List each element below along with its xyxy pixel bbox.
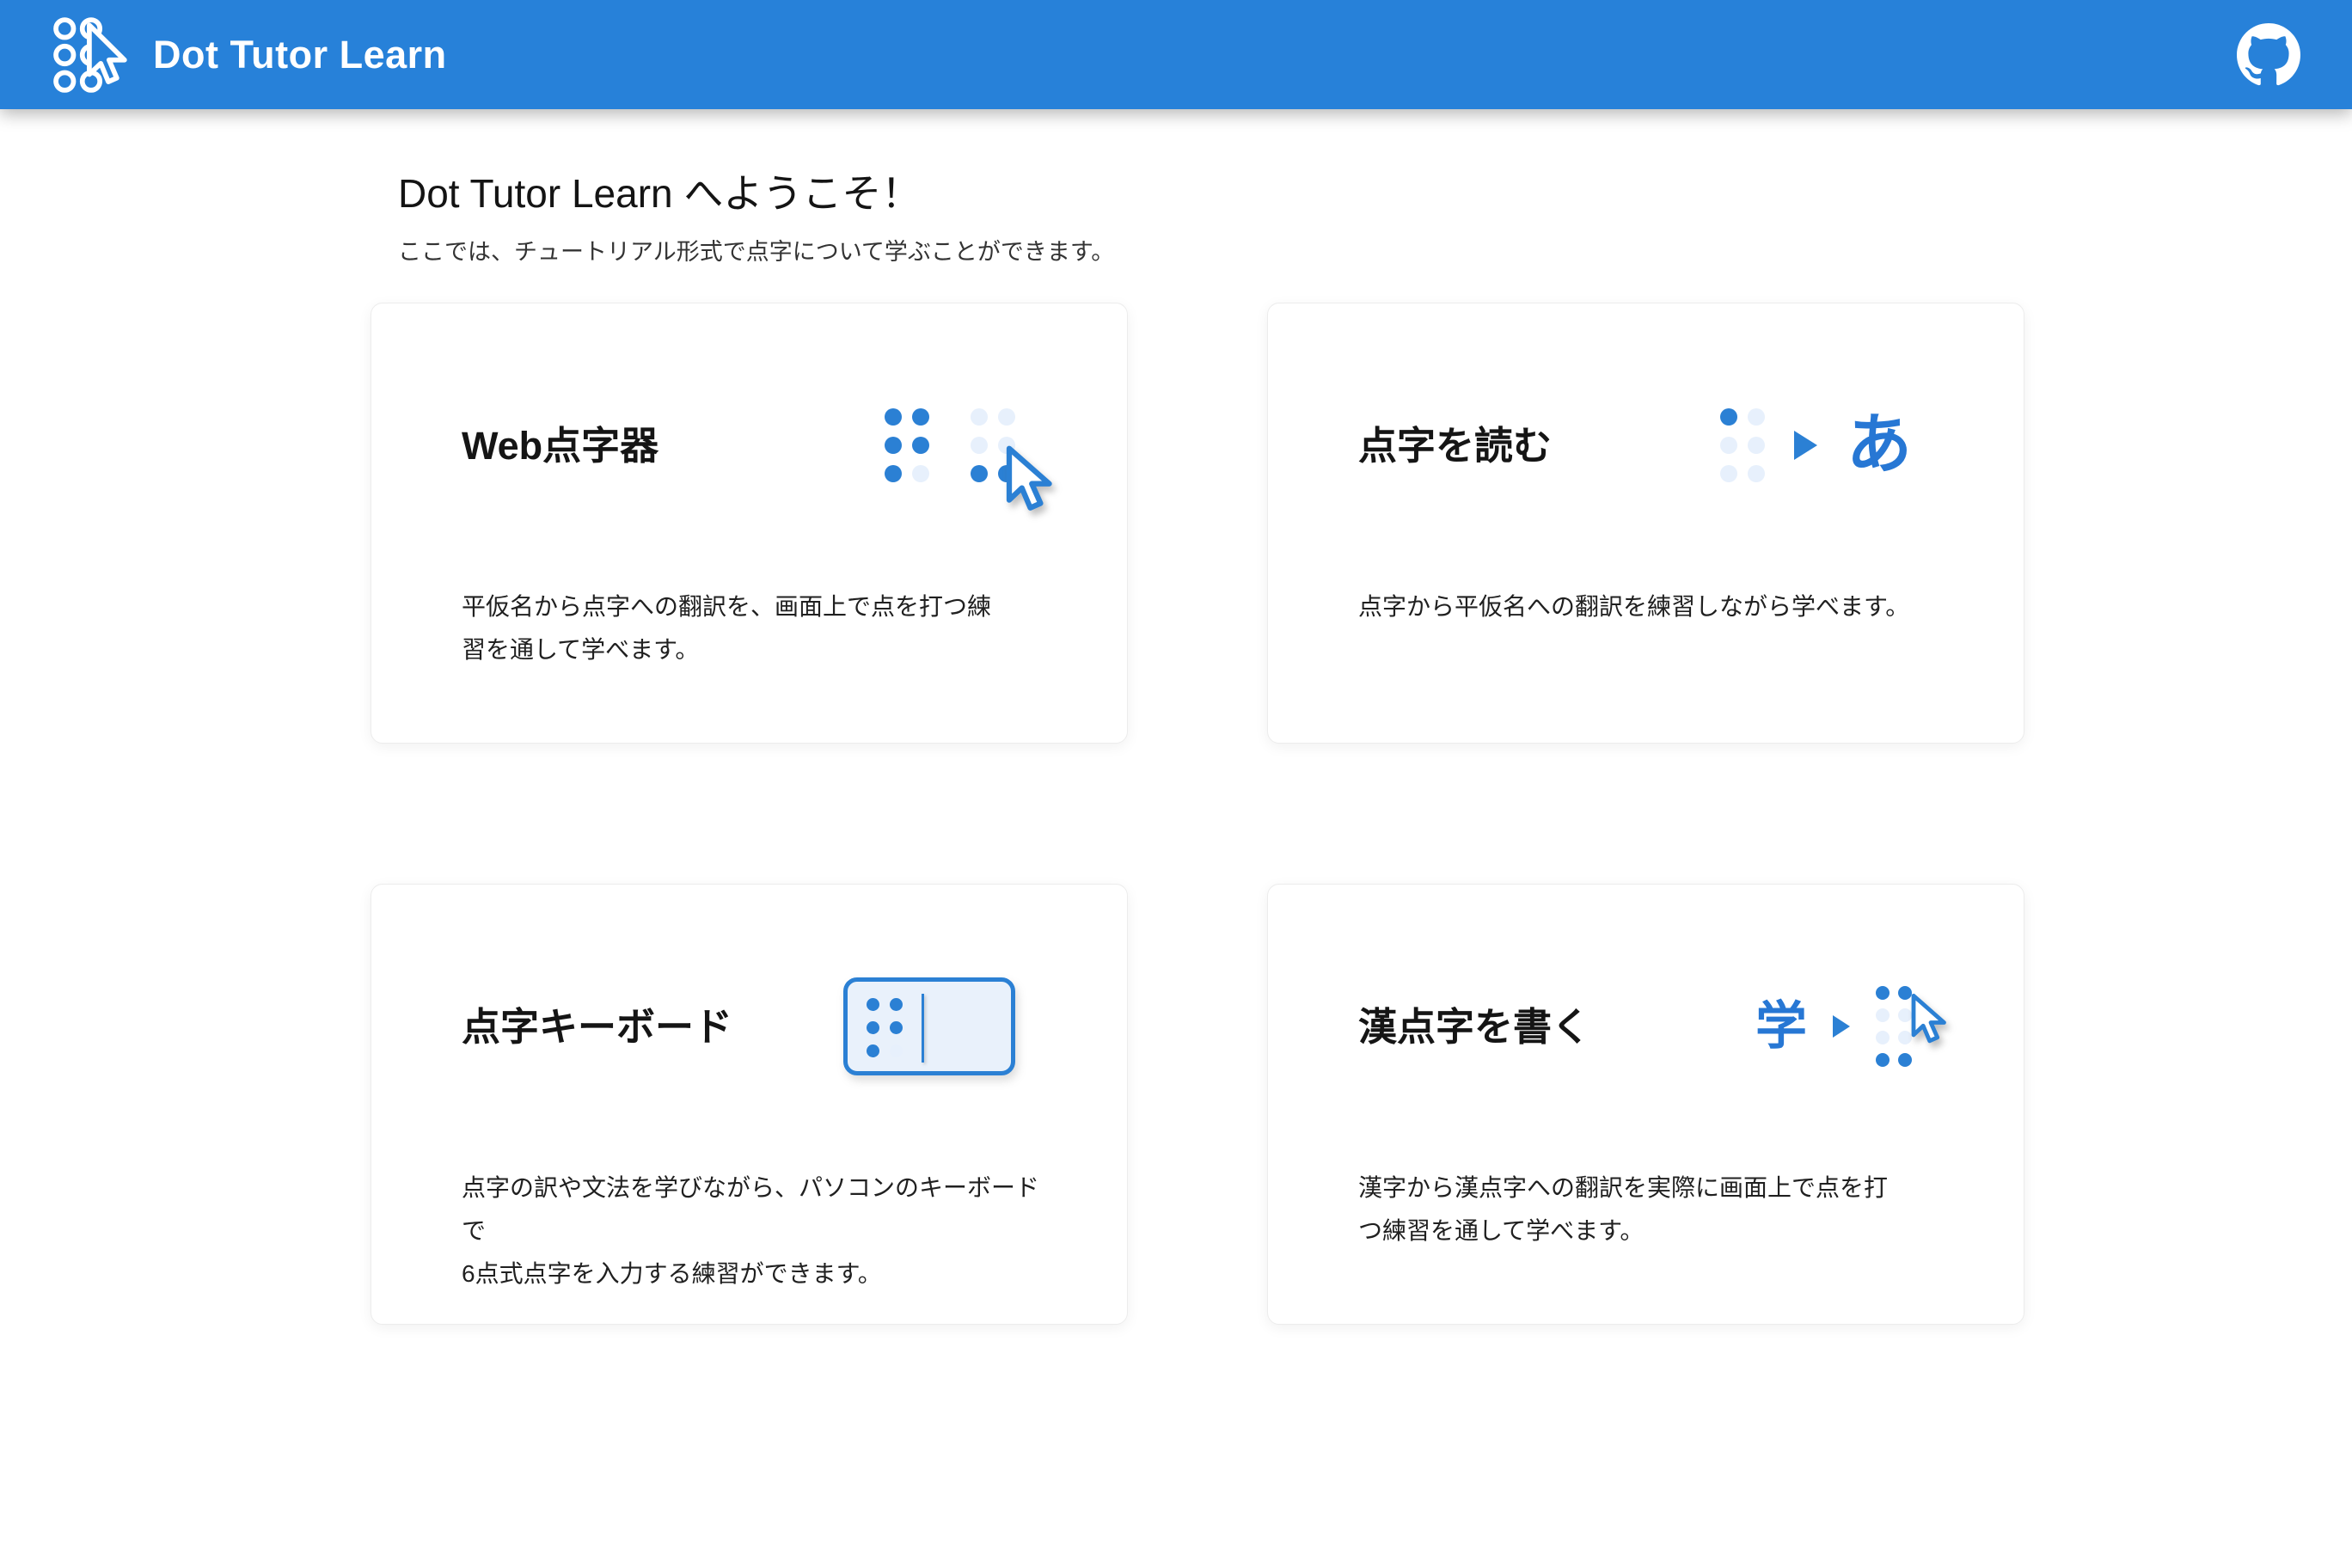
github-link[interactable] <box>2237 23 2300 87</box>
arrow-right-icon <box>1794 431 1817 460</box>
braille-dot-off <box>1748 408 1765 426</box>
braille-cells-with-cursor-icon <box>885 408 1015 482</box>
text-caret <box>922 994 924 1063</box>
braille-dot-on <box>1876 986 1890 1000</box>
braille-dot-off <box>998 437 1015 454</box>
braille-dot-on <box>890 998 903 1011</box>
card-read-braille[interactable]: 点字を読む あ 点字から平仮名への翻訳を練習しながら学べます。 <box>1267 303 2024 744</box>
braille-to-kana-icon: あ <box>1720 408 1912 482</box>
card-description: 点字の訳や文法を学びながら、パソコンのキーボードで 6点式点字を入力する練習がで… <box>462 1167 1041 1295</box>
braille-dot-off <box>1720 465 1737 482</box>
card-braille-keyboard[interactable]: 点字キーボード 点字の訳や文法を学びながら、パソコンのキーボードで 6点式点字を… <box>371 884 1128 1325</box>
braille-dot-on <box>885 465 902 482</box>
braille-dot-on <box>1898 1053 1912 1067</box>
braille-dot-off <box>1898 1031 1912 1044</box>
kantenji-cell-wrap <box>1876 986 1912 1067</box>
card-header-row: Web点字器 <box>462 372 1015 518</box>
braille-cell <box>971 408 1015 482</box>
github-icon <box>2237 23 2300 87</box>
brand[interactable]: Dot Tutor Learn <box>52 16 447 94</box>
braille-dot-on <box>890 1021 903 1034</box>
input-box <box>843 977 1015 1075</box>
card-description: 平仮名から点字への翻訳を、画面上で点を打つ練 習を通して学べます。 <box>462 585 1041 671</box>
braille-dot-on <box>867 998 879 1011</box>
braille-dot-on <box>912 408 929 426</box>
braille-dot-on <box>1898 986 1912 1000</box>
braille-dot-on <box>885 408 902 426</box>
app-header: Dot Tutor Learn <box>0 0 2352 109</box>
card-header-row: 点字キーボード <box>462 953 1015 1099</box>
braille-dot-on <box>971 465 988 482</box>
braille-keyboard-input-icon <box>843 977 1015 1075</box>
braille-dot-off <box>1876 1008 1890 1022</box>
page-title: Dot Tutor Learn へようこそ！ <box>398 162 2352 219</box>
braille-dot-on <box>867 1044 879 1057</box>
braille-dot-on <box>1720 408 1737 426</box>
page-subtitle: ここでは、チュートリアル形式で点字について学ぶことができます。 <box>398 233 2352 266</box>
braille-cell <box>1720 408 1765 482</box>
braille-dot-on <box>867 1021 879 1034</box>
card-header-row: 点字を読む あ <box>1358 372 1912 518</box>
braille-dot-off <box>1898 1008 1912 1022</box>
app-logo-icon <box>52 16 134 94</box>
braille-dot-off <box>971 437 988 454</box>
card-title: Web点字器 <box>462 426 658 465</box>
card-title: 点字キーボード <box>462 1008 732 1046</box>
kanji-gaku-glyph: 学 <box>1755 1001 1807 1052</box>
card-description: 漢字から漢点字への翻訳を実際に画面上で点を打 つ練習を通して学べます。 <box>1358 1167 1938 1253</box>
card-web-tenjiki[interactable]: Web点字器 平仮名から点字への翻訳を、画面上で点を打つ練 習を通して学べます。 <box>371 303 1128 744</box>
braille-dot-off <box>1748 437 1765 454</box>
card-write-kantenji[interactable]: 漢点字を書く 学 漢字から漢点字への翻訳を実際に画面上で点を打 つ練習を通して学… <box>1267 884 2024 1325</box>
braille-dot-on <box>1876 1053 1890 1067</box>
kana-a-glyph: あ <box>1847 413 1912 478</box>
braille-dot-off <box>890 1044 903 1057</box>
braille-dot-off <box>912 465 929 482</box>
braille-dot-off <box>998 408 1015 426</box>
braille-dot-off <box>1876 1031 1890 1044</box>
card-description: 点字から平仮名への翻訳を練習しながら学べます。 <box>1358 585 1938 628</box>
card-header-row: 漢点字を書く 学 <box>1358 953 1912 1099</box>
card-title: 漢点字を書く <box>1358 1008 1590 1046</box>
braille-dot-off <box>1720 437 1737 454</box>
braille-dot-off <box>1748 465 1765 482</box>
braille-dot-on <box>998 465 1015 482</box>
app-title: Dot Tutor Learn <box>153 33 447 77</box>
main-content: Dot Tutor Learn へようこそ！ ここでは、チュートリアル形式で点字… <box>0 162 2352 1325</box>
kantenji-braille-cell <box>1876 986 1912 1067</box>
braille-cell <box>867 998 903 1057</box>
braille-dot-on <box>885 437 902 454</box>
braille-dot-on <box>912 437 929 454</box>
arrow-right-icon <box>1833 1015 1850 1038</box>
kanji-to-kantenji-cursor-icon: 学 <box>1755 986 1912 1067</box>
tutorial-grid: Web点字器 平仮名から点字への翻訳を、画面上で点を打つ練 習を通して学べます。… <box>371 303 2352 1325</box>
braille-cell <box>885 408 929 482</box>
braille-dot-off <box>971 408 988 426</box>
card-title: 点字を読む <box>1358 426 1552 465</box>
